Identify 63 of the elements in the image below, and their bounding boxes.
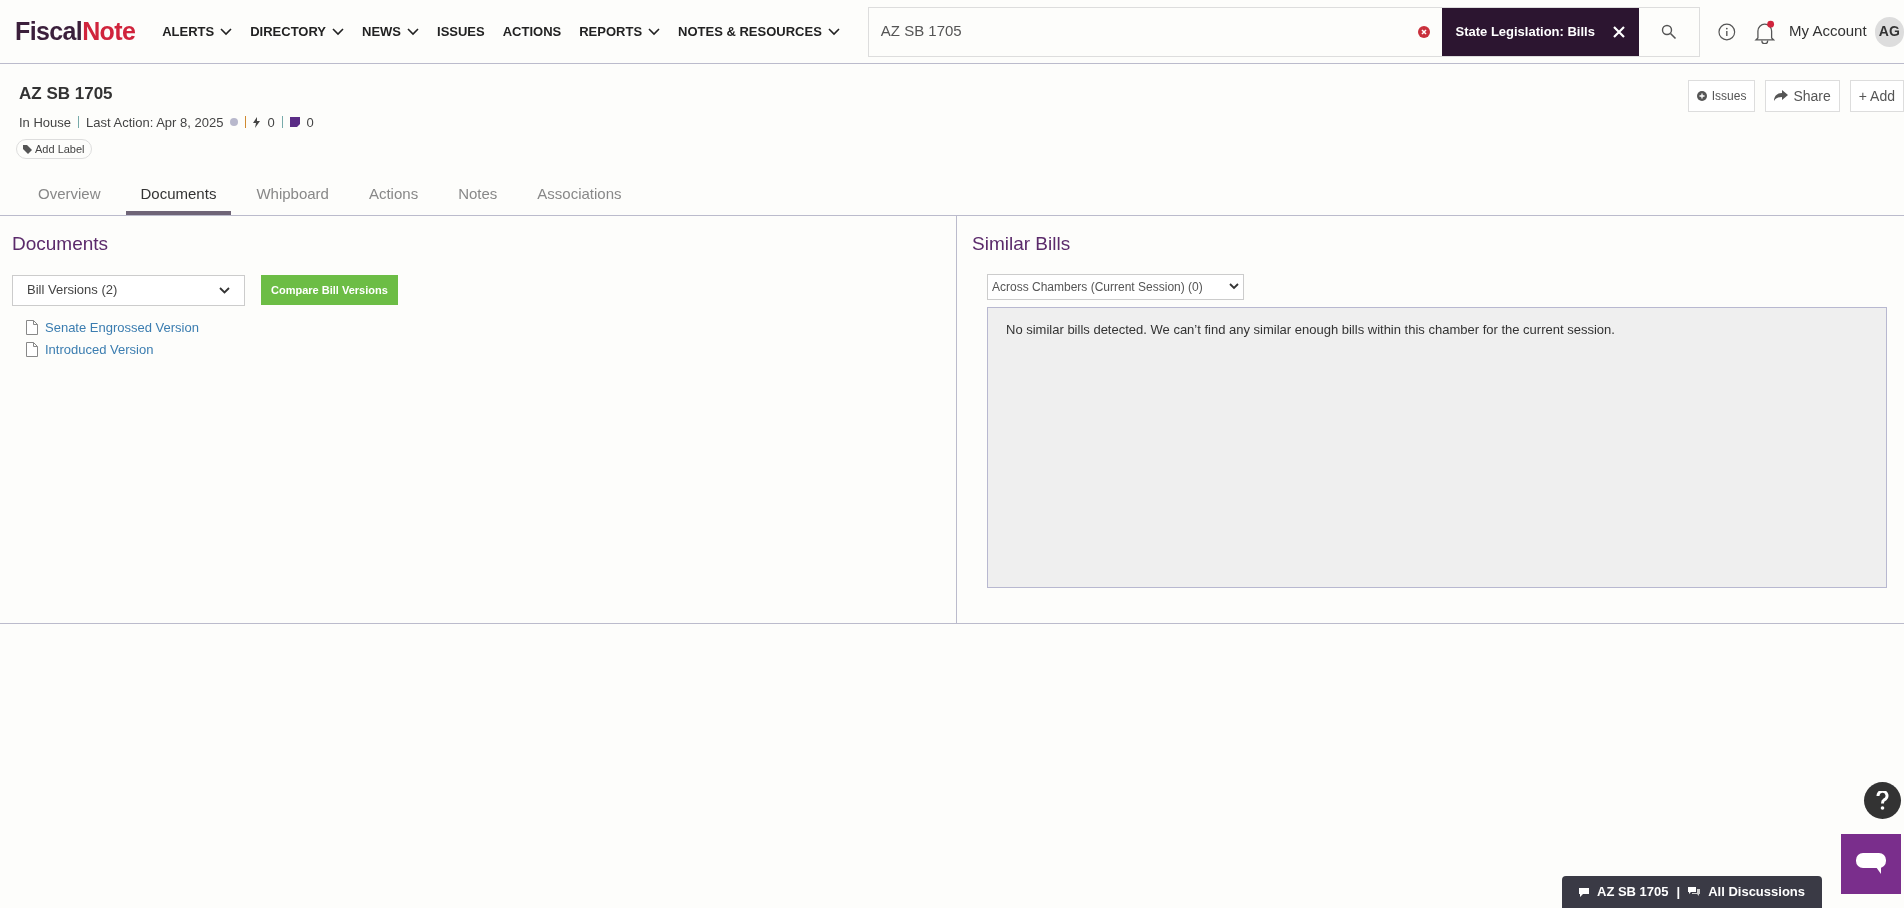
tab[interactable]: Overview: [23, 182, 116, 215]
tab[interactable]: Notes: [443, 182, 513, 215]
tab[interactable]: Whipboard: [241, 182, 344, 215]
nav-link[interactable]: ISSUES: [437, 21, 485, 42]
filter-tag-label: State Legislation: Bills: [1455, 22, 1595, 41]
chevron-down-icon: [827, 27, 840, 36]
bill-discussion-link[interactable]: AZ SB 1705: [1597, 882, 1669, 902]
last-action: Last Action: Apr 8, 2025: [86, 113, 224, 132]
similar-bills-select[interactable]: Across Chambers (Current Session) (0): [987, 273, 1244, 300]
fiscalnote-logo[interactable]: FiscalNote: [15, 12, 136, 51]
bell-icon[interactable]: [1753, 19, 1776, 44]
comments-icon: [1688, 887, 1701, 897]
chevron-down-icon: [219, 286, 230, 294]
document-icon: [26, 342, 38, 358]
nav-link[interactable]: ACTIONS: [502, 21, 562, 42]
share-icon: [1774, 90, 1789, 102]
note-icon: [289, 117, 300, 128]
add-button[interactable]: + Add: [1849, 80, 1904, 112]
nav-link[interactable]: ALERTS: [162, 21, 233, 42]
tab[interactable]: Associations: [522, 182, 637, 215]
nav-link[interactable]: NEWS: [362, 21, 420, 42]
tab[interactable]: Actions: [353, 182, 434, 215]
nav-link[interactable]: NOTES & RESOURCES: [678, 21, 840, 42]
tab[interactable]: Documents: [125, 182, 232, 215]
close-icon[interactable]: [1612, 25, 1625, 38]
chevron-down-icon: [332, 27, 345, 36]
clear-icon[interactable]: [1417, 25, 1430, 38]
bill-versions-select[interactable]: Bill Versions (2): [12, 274, 245, 306]
chat-icon: [1856, 853, 1886, 875]
all-discussions-link[interactable]: All Discussions: [1708, 882, 1805, 902]
document-link[interactable]: Introduced Version: [45, 340, 154, 360]
document-link[interactable]: Senate Engrossed Version: [45, 317, 199, 337]
chevron-down-icon: [407, 27, 420, 36]
plus-circle-icon: [1696, 91, 1707, 101]
question-icon: [1876, 790, 1889, 811]
user-avatar[interactable]: AG: [1874, 16, 1904, 47]
share-button[interactable]: Share: [1765, 80, 1840, 112]
info-icon[interactable]: [1717, 22, 1736, 41]
filter-tag[interactable]: State Legislation: Bills: [1441, 7, 1639, 56]
chat-button[interactable]: [1841, 834, 1901, 894]
dot-icon: [230, 118, 239, 127]
chevron-down-icon: [648, 27, 661, 36]
chevron-down-icon: [220, 27, 233, 36]
search-icon[interactable]: [1660, 23, 1677, 40]
issues-button[interactable]: Issues: [1687, 80, 1756, 112]
tag-icon: [23, 144, 32, 154]
search-field[interactable]: AZ SB 1705 State Legislation: Bills: [867, 6, 1700, 57]
section-heading: Similar Bills: [972, 232, 1072, 256]
chevron-down-icon: [1229, 283, 1239, 290]
bill-title: AZ SB 1705: [19, 83, 113, 105]
nav-link[interactable]: DIRECTORY: [250, 21, 345, 42]
actions-count: 0: [267, 113, 275, 132]
nav-link[interactable]: REPORTS: [579, 21, 661, 42]
comment-icon: [1579, 887, 1589, 897]
notes-count: 0: [306, 113, 314, 132]
document-icon: [26, 319, 38, 335]
separator: |: [1676, 883, 1681, 902]
section-heading: Documents: [12, 232, 110, 256]
help-button[interactable]: [1864, 782, 1901, 819]
account-link[interactable]: My Account: [1789, 20, 1867, 43]
bill-status: In House: [19, 113, 72, 132]
lightning-icon: [253, 116, 261, 128]
empty-message: No similar bills detected. We can’t find any similar enough bills within this chamber for the current session.: [1006, 320, 1616, 339]
